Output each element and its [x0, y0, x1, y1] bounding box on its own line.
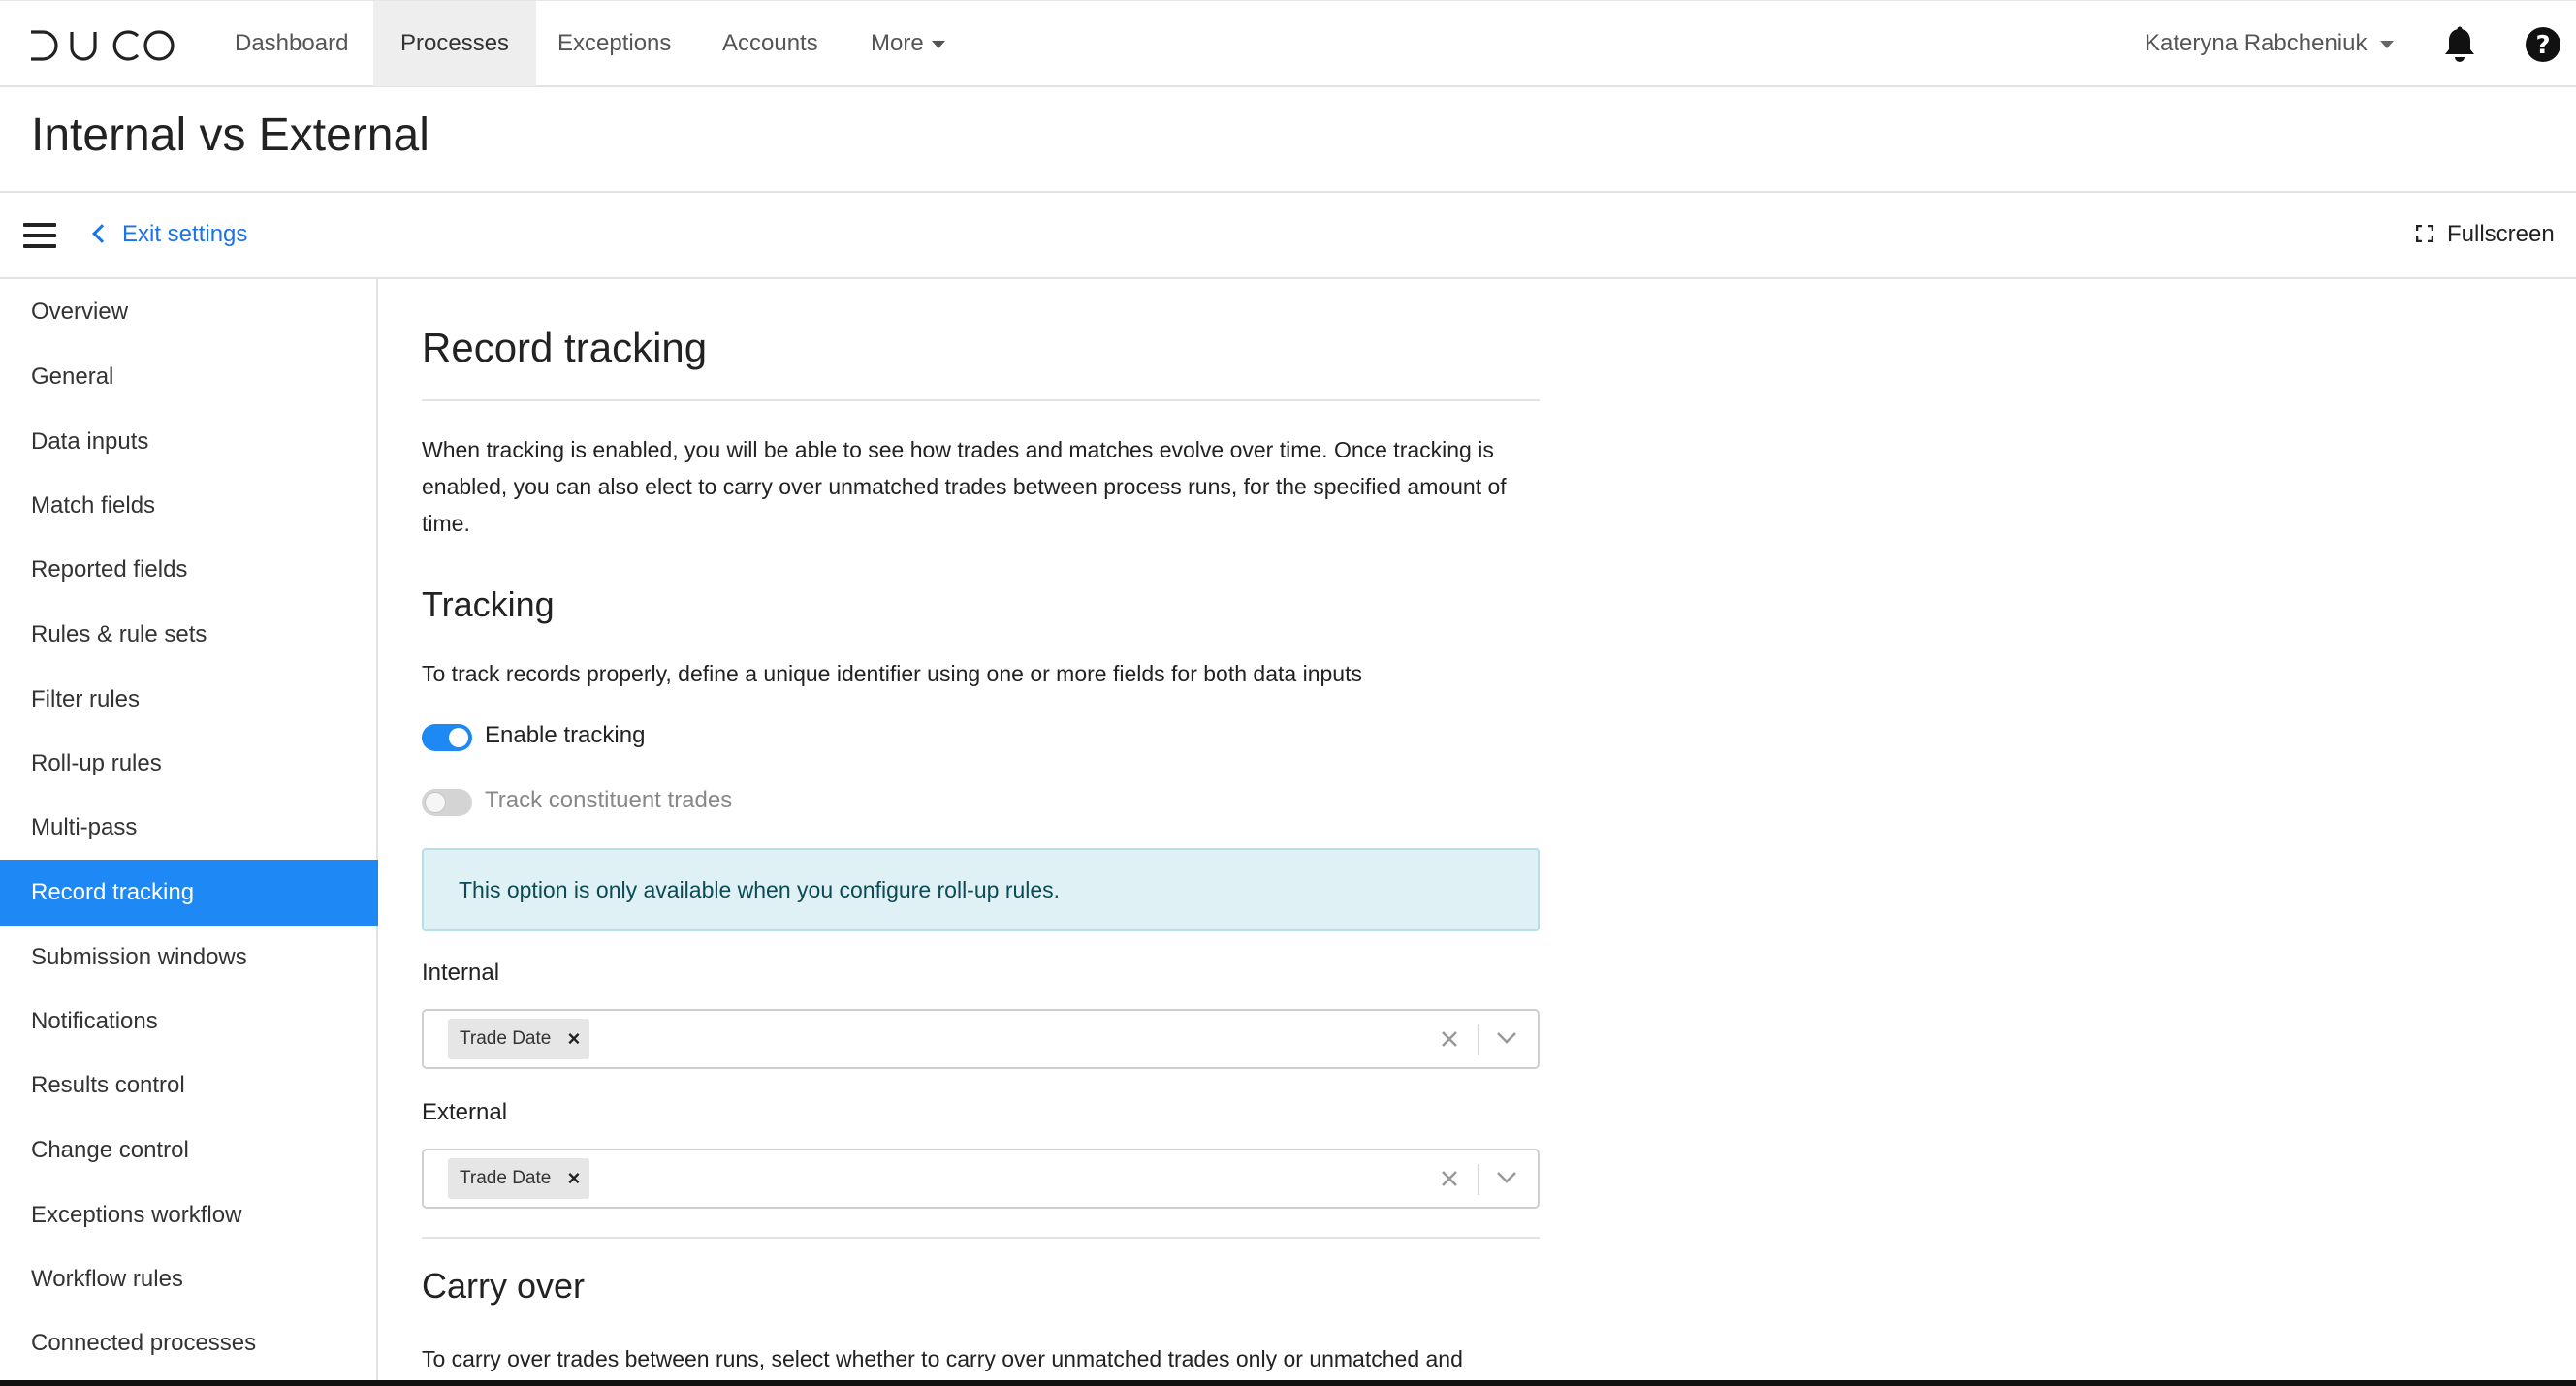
user-name: Kateryna Rabcheniuk — [2145, 30, 2368, 56]
nav-more[interactable]: More — [843, 1, 972, 86]
nav-more-label: More — [871, 30, 924, 56]
fullscreen-label: Fullscreen — [2447, 221, 2555, 247]
divider — [0, 277, 2576, 279]
sidebar-item-connected-processes[interactable]: Connected processes — [0, 1310, 378, 1376]
separator — [1478, 1024, 1479, 1055]
caret-down-icon — [2380, 40, 2395, 48]
clear-icon[interactable] — [1439, 1164, 1460, 1193]
sidebar-item-reported-fields[interactable]: Reported fields — [0, 537, 378, 603]
user-menu[interactable]: Kateryna Rabcheniuk — [2145, 1, 2395, 86]
sidebar-item-submission-windows[interactable]: Submission windows — [0, 925, 378, 991]
track-constituent-label: Track constituent trades — [485, 787, 733, 813]
tracking-heading: Tracking — [422, 584, 555, 624]
bell-icon[interactable] — [2443, 26, 2476, 63]
divider — [422, 399, 1540, 401]
sidebar-item-multi-pass[interactable]: Multi-pass — [0, 795, 378, 861]
sidebar-item-notifications[interactable]: Notifications — [0, 989, 378, 1055]
divider — [422, 1237, 1540, 1239]
internal-multiselect[interactable]: Trade Date × — [422, 1009, 1540, 1069]
nav-exceptions[interactable]: Exceptions — [530, 1, 698, 86]
help-icon[interactable]: ? — [2525, 26, 2561, 63]
sidebar-item-exceptions-workflow[interactable]: Exceptions workflow — [0, 1182, 378, 1248]
sidebar-item-results-control[interactable]: Results control — [0, 1053, 378, 1118]
duco-logo[interactable] — [29, 26, 175, 65]
window-bottom-edge — [0, 1380, 2576, 1386]
info-alert: This option is only available when you c… — [422, 848, 1540, 931]
exit-settings-link[interactable]: Exit settings — [92, 219, 248, 250]
separator — [1478, 1164, 1479, 1195]
carry-over-heading: Carry over — [422, 1266, 586, 1306]
nav-accounts[interactable]: Accounts — [695, 1, 845, 86]
section-heading: Record tracking — [422, 325, 708, 370]
sidebar-item-data-inputs[interactable]: Data inputs — [0, 409, 378, 475]
chip-trade-date: Trade Date × — [448, 1019, 590, 1059]
chevron-down-icon[interactable] — [1495, 1170, 1518, 1185]
sidebar-item-overview[interactable]: Overview — [0, 279, 378, 345]
fullscreen-button[interactable]: Fullscreen — [2416, 219, 2555, 250]
chevron-down-icon[interactable] — [1495, 1030, 1518, 1046]
track-constituent-toggle[interactable] — [422, 789, 472, 816]
divider — [0, 191, 2576, 193]
page-title: Internal vs External — [31, 110, 429, 161]
carry-over-description: To carry over trades between runs, selec… — [422, 1346, 1463, 1371]
sidebar-item-change-control[interactable]: Change control — [0, 1118, 378, 1183]
nav-dashboard[interactable]: Dashboard — [207, 1, 375, 86]
external-multiselect[interactable]: Trade Date × — [422, 1149, 1540, 1209]
enable-tracking-label: Enable tracking — [485, 722, 646, 748]
fullscreen-icon — [2416, 225, 2433, 242]
external-label: External — [422, 1099, 508, 1125]
clear-icon[interactable] — [1439, 1024, 1460, 1054]
caret-down-icon — [931, 40, 945, 48]
section-description: When tracking is enabled, you will be ab… — [422, 437, 1507, 536]
svg-text:?: ? — [2535, 31, 2550, 60]
chip-trade-date: Trade Date × — [448, 1158, 590, 1199]
sidebar-item-match-fields[interactable]: Match fields — [0, 473, 378, 539]
chip-label: Trade Date — [460, 1028, 552, 1049]
sidebar-item-general[interactable]: General — [0, 344, 378, 410]
enable-tracking-toggle[interactable] — [422, 724, 472, 751]
remove-chip-icon[interactable]: × — [567, 1158, 580, 1199]
chevron-left-icon — [92, 224, 111, 243]
internal-label: Internal — [422, 960, 500, 986]
sidebar-item-rules-rule-sets[interactable]: Rules & rule sets — [0, 602, 378, 668]
sidebar-item-record-tracking[interactable]: Record tracking — [0, 860, 378, 926]
sidebar-item-roll-up-rules[interactable]: Roll-up rules — [0, 731, 378, 797]
remove-chip-icon[interactable]: × — [567, 1019, 580, 1059]
sidebar-item-filter-rules[interactable]: Filter rules — [0, 667, 378, 733]
tracking-description: To track records properly, define a uniq… — [422, 661, 1362, 686]
exit-settings-label: Exit settings — [122, 221, 248, 247]
sidebar-item-workflow-rules[interactable]: Workflow rules — [0, 1246, 378, 1312]
chip-label: Trade Date — [460, 1168, 552, 1188]
nav-processes[interactable]: Processes — [373, 1, 537, 86]
hamburger-menu-icon[interactable] — [23, 223, 56, 248]
settings-sidebar: Overview General Data inputs Match field… — [0, 279, 378, 1386]
top-navbar: Dashboard Processes Exceptions Accounts … — [0, 0, 2576, 87]
